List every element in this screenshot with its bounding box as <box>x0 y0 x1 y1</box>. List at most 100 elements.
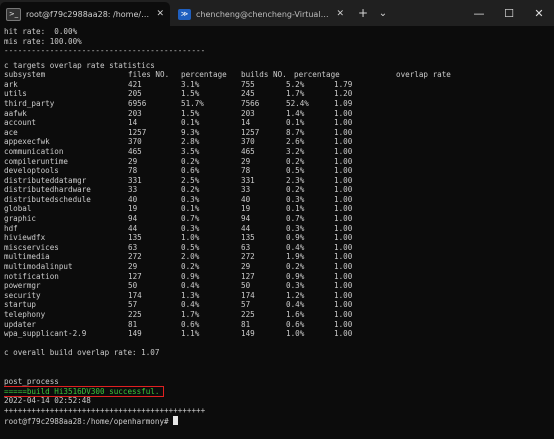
cell-overlap-rate: 1.20 <box>334 89 353 99</box>
cell-overlap-rate: 1.00 <box>334 204 353 214</box>
tab-chencheng-terminal[interactable]: ≫ chencheng@chencheng-VirtualBox: ~ ✕ <box>172 2 350 26</box>
minimize-button[interactable]: — <box>464 0 494 26</box>
cell-builds-no: 272 <box>241 252 255 262</box>
table-row: distributeddatamgr 331 2.5% 331 2.3% 1.00 <box>4 176 550 186</box>
cell-percentage: 0.3% <box>181 223 200 233</box>
cell-files-no: 50 <box>128 281 138 291</box>
timestamp-line: 2022-04-14 02:52:48 <box>4 396 91 406</box>
cell-percentage-2: 1.7% <box>286 89 305 99</box>
cell-files-no: 29 <box>128 156 138 166</box>
table-row: distributedhardware 33 0.2% 33 0.2% 1.00 <box>4 185 550 195</box>
cell-subsystem: developtools <box>4 166 59 176</box>
cell-overlap-rate: 1.00 <box>334 223 353 233</box>
cell-percentage-2: 0.9% <box>286 233 305 243</box>
header-overlap-rate: overlap rate <box>396 70 451 80</box>
cell-overlap-rate: 1.00 <box>334 319 353 329</box>
cell-files-no: 370 <box>128 137 142 147</box>
cell-percentage: 0.5% <box>181 242 200 252</box>
cell-builds-no: 225 <box>241 310 255 320</box>
cell-overlap-rate: 1.00 <box>334 137 353 147</box>
table-row: ace 1257 9.3% 1257 8.7% 1.00 <box>4 128 550 138</box>
cell-percentage: 1.1% <box>181 329 200 339</box>
close-window-button[interactable]: ✕ <box>524 0 554 26</box>
cell-subsystem: distributedhardware <box>4 185 91 195</box>
close-tab-icon[interactable]: ✕ <box>156 9 164 19</box>
cell-subsystem: multimedia <box>4 252 50 262</box>
cell-subsystem: security <box>4 290 41 300</box>
table-row: account 14 0.1% 14 0.1% 1.00 <box>4 118 550 128</box>
cell-files-no: 94 <box>128 214 138 224</box>
text-cursor <box>173 415 179 425</box>
cell-overlap-rate: 1.00 <box>334 185 353 195</box>
cell-percentage-2: 0.2% <box>286 262 305 272</box>
plus-separator-line: ++++++++++++++++++++++++++++++++++++++++… <box>4 405 206 415</box>
cell-percentage: 0.2% <box>181 185 200 195</box>
cell-subsystem: startup <box>4 300 37 310</box>
close-tab-icon[interactable]: ✕ <box>336 9 344 19</box>
cell-subsystem: miscservices <box>4 242 59 252</box>
cell-percentage: 0.6% <box>181 166 200 176</box>
cell-subsystem: powermgr <box>4 281 41 291</box>
cell-overlap-rate: 1.00 <box>334 290 353 300</box>
cell-files-no: 149 <box>128 329 142 339</box>
cell-percentage: 0.2% <box>181 156 200 166</box>
cell-subsystem: utils <box>4 89 27 99</box>
cell-percentage-2: 1.6% <box>286 310 305 320</box>
cell-percentage-2: 1.4% <box>286 108 305 118</box>
cell-percentage-2: 0.1% <box>286 118 305 128</box>
cell-subsystem: graphic <box>4 214 37 224</box>
cell-builds-no: 755 <box>241 79 255 89</box>
cell-percentage: 0.7% <box>181 214 200 224</box>
maximize-button[interactable]: ☐ <box>494 0 524 26</box>
cell-overlap-rate: 1.79 <box>334 79 353 89</box>
terminal-output[interactable]: hit rate: 0.00% mis rate: 100.00% ------… <box>4 27 550 437</box>
table-row: distributedschedule 40 0.3% 40 0.3% 1.00 <box>4 195 550 205</box>
cell-percentage-2: 0.5% <box>286 166 305 176</box>
cell-percentage: 0.3% <box>181 194 200 204</box>
table-row: multimedia 272 2.0% 272 1.9% 1.00 <box>4 252 550 262</box>
cell-files-no: 29 <box>128 262 138 272</box>
table-row: updater 81 0.6% 81 0.6% 1.00 <box>4 320 550 330</box>
cell-builds-no: 174 <box>241 290 255 300</box>
cell-builds-no: 63 <box>241 242 251 252</box>
cell-overlap-rate: 1.00 <box>334 271 353 281</box>
cell-builds-no: 29 <box>241 156 251 166</box>
new-tab-button[interactable]: + <box>354 4 372 22</box>
cell-percentage: 1.7% <box>181 310 200 320</box>
header-percentage-2: percentage <box>294 70 340 80</box>
table-row: startup 57 0.4% 57 0.4% 1.00 <box>4 300 550 310</box>
cell-percentage-2: 1.0% <box>286 329 305 339</box>
table-row: hdf 44 0.3% 44 0.3% 1.00 <box>4 224 550 234</box>
cell-overlap-rate: 1.00 <box>334 146 353 156</box>
cell-overlap-rate: 1.00 <box>334 281 353 291</box>
cell-builds-no: 57 <box>241 300 251 310</box>
cell-subsystem: account <box>4 118 37 128</box>
cell-percentage: 1.5% <box>181 89 200 99</box>
mis-rate-line: mis rate: 100.00% <box>4 36 82 46</box>
cell-percentage-2: 0.9% <box>286 271 305 281</box>
cell-subsystem: notification <box>4 271 59 281</box>
cell-builds-no: 370 <box>241 137 255 147</box>
cell-files-no: 1257 <box>128 127 147 137</box>
cell-percentage-2: 52.4% <box>286 98 309 108</box>
table-row: multimodalinput 29 0.2% 29 0.2% 1.00 <box>4 262 550 272</box>
cell-subsystem: ark <box>4 79 18 89</box>
tab-title: root@f79c2988aa28: /home/openharmony <box>26 9 151 19</box>
cell-percentage-2: 5.2% <box>286 79 305 89</box>
cell-builds-no: 331 <box>241 175 255 185</box>
cell-percentage: 0.1% <box>181 118 200 128</box>
cell-builds-no: 19 <box>241 204 251 214</box>
terminal-icon: >_ <box>6 7 21 21</box>
cell-overlap-rate: 1.00 <box>334 252 353 262</box>
shell-prompt-line[interactable]: root@f79c2988aa28:/home/openharmony# <box>4 415 550 426</box>
dropdown-icon[interactable]: ⌄ <box>374 4 392 22</box>
cell-percentage-2: 0.1% <box>286 204 305 214</box>
cell-builds-no: 14 <box>241 118 251 128</box>
cell-subsystem: distributeddatamgr <box>4 175 87 185</box>
cell-overlap-rate: 1.00 <box>334 262 353 272</box>
cell-builds-no: 81 <box>241 319 251 329</box>
tab-root-terminal[interactable]: >_ root@f79c2988aa28: /home/openharmony … <box>0 2 170 26</box>
cell-files-no: 63 <box>128 242 138 252</box>
cell-percentage: 2.8% <box>181 137 200 147</box>
